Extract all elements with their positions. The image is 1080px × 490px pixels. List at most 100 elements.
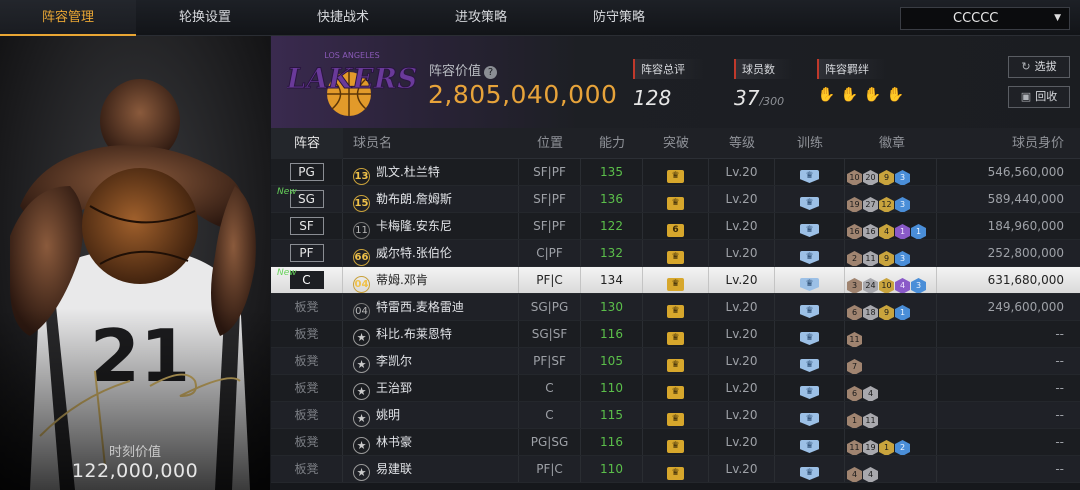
badge-icon[interactable]: 27 [863,197,878,212]
badge-icon[interactable]: 6 [847,305,862,320]
col-value[interactable]: 球员身价 [937,128,1080,159]
training-cell[interactable]: ♛ [775,375,845,401]
player-name[interactable]: 凯文.杜兰特 [376,165,440,179]
col-position[interactable]: 位置 [519,128,581,159]
badge-icon[interactable]: 20 [863,170,878,185]
badge-icon[interactable]: 1 [879,440,894,455]
badge-icon[interactable]: 18 [863,305,878,320]
table-row[interactable]: New C 04 蒂姆.邓肯 PF|C 134 ♛ Lv.20 ♛ 3 24 10 4 3 631,68… [271,267,1080,294]
badge-icon[interactable]: 10 [879,278,894,293]
player-card[interactable]: 21 时刻价值 122,000,000 [0,36,270,490]
breakthrough-cell[interactable]: ♛ [643,375,709,401]
bond-icon-3[interactable]: ✋ [863,86,882,105]
tab-defense[interactable]: 防守策略 [550,0,688,36]
table-row[interactable]: New SG 15 勒布朗.詹姆斯 SF|PF 136 ♛ Lv.20 ♛ 19 27 12 3 58… [271,186,1080,213]
col-ability[interactable]: 能力 [581,128,643,159]
col-name[interactable]: 球员名 [343,128,519,159]
breakthrough-cell[interactable]: ♛ [643,240,709,266]
breakthrough-cell[interactable]: ♛ [643,159,709,185]
training-cell[interactable]: ♛ [775,240,845,266]
table-row[interactable]: 板凳 04 特雷西.麦格雷迪 SG|PG 130 ♛ Lv.20 ♛ 6 18 9 1 249,600… [271,294,1080,321]
breakthrough-cell[interactable]: ♛ [643,267,709,293]
choose-button[interactable]: ↻ 选拔 [1008,56,1070,78]
badge-icon[interactable]: 2 [895,440,910,455]
breakthrough-cell[interactable]: 6 [643,213,709,239]
badge-icon[interactable]: 4 [863,467,878,482]
table-row[interactable]: 板凳 ★ 姚明 C 115 ♛ Lv.20 ♛ 1 11 -- [271,402,1080,429]
training-cell[interactable]: ♛ [775,429,845,455]
help-icon[interactable]: ? [484,66,498,79]
training-cell[interactable]: ♛ [775,348,845,374]
bond-icon-2[interactable]: ✋ [840,86,859,105]
col-badges[interactable]: 徽章 [845,128,937,159]
badge-icon[interactable]: 10 [847,170,862,185]
player-name[interactable]: 易建联 [376,462,412,476]
badge-icon[interactable]: 1 [911,224,926,239]
badge-icon[interactable]: 19 [863,440,878,455]
tab-lineup[interactable]: 阵容管理 [0,0,136,36]
tab-rotation[interactable]: 轮换设置 [136,0,274,36]
badge-icon[interactable]: 24 [863,278,878,293]
player-name[interactable]: 李凯尔 [376,354,412,368]
table-row[interactable]: 板凳 ★ 李凯尔 PF|SF 105 ♛ Lv.20 ♛ 7 -- [271,348,1080,375]
player-name[interactable]: 卡梅隆.安东尼 [376,219,452,233]
breakthrough-cell[interactable]: ♛ [643,429,709,455]
badge-icon[interactable]: 3 [911,278,926,293]
badge-icon[interactable]: 9 [879,170,894,185]
breakthrough-cell[interactable]: ♛ [643,294,709,320]
table-row[interactable]: 板凳 ★ 王治郅 C 110 ♛ Lv.20 ♛ 6 4 -- [271,375,1080,402]
badge-icon[interactable]: 3 [895,170,910,185]
training-cell[interactable]: ♛ [775,402,845,428]
badge-icon[interactable]: 4 [879,224,894,239]
badge-icon[interactable]: 16 [847,224,862,239]
player-name[interactable]: 姚明 [376,408,400,422]
training-cell[interactable]: ♛ [775,456,845,482]
badge-icon[interactable]: 11 [863,251,878,266]
badge-icon[interactable]: 1 [895,305,910,320]
tab-quick-tactics[interactable]: 快捷战术 [274,0,412,36]
bond-icon-4[interactable]: ✋ [886,86,905,105]
badge-icon[interactable]: 9 [879,305,894,320]
badge-icon[interactable]: 1 [895,224,910,239]
col-lineup[interactable]: 阵容 [271,128,343,159]
table-row[interactable]: 板凳 ★ 林书豪 PG|SG 116 ♛ Lv.20 ♛ 11 19 1 2 -- [271,429,1080,456]
training-cell[interactable]: ♛ [775,213,845,239]
breakthrough-cell[interactable]: ♛ [643,348,709,374]
badge-icon[interactable]: 3 [895,197,910,212]
badge-icon[interactable]: 3 [847,278,862,293]
training-cell[interactable]: ♛ [775,186,845,212]
badge-icon[interactable]: 16 [863,224,878,239]
badge-icon[interactable]: 4 [895,278,910,293]
breakthrough-cell[interactable]: ♛ [643,402,709,428]
training-cell[interactable]: ♛ [775,159,845,185]
breakthrough-cell[interactable]: ♛ [643,321,709,347]
badge-icon[interactable]: 7 [847,359,862,374]
col-breakthrough[interactable]: 突破 [643,128,709,159]
badge-icon[interactable]: 4 [863,386,878,401]
training-cell[interactable]: ♛ [775,267,845,293]
training-cell[interactable]: ♛ [775,294,845,320]
badge-icon[interactable]: 1 [847,413,862,428]
recycle-button[interactable]: ▣ 回收 [1008,86,1070,108]
badge-icon[interactable]: 12 [879,197,894,212]
badge-icon[interactable]: 2 [847,251,862,266]
player-name[interactable]: 蒂姆.邓肯 [376,273,428,287]
badge-icon[interactable]: 6 [847,386,862,401]
table-row[interactable]: PG 13 凯文.杜兰特 SF|PF 135 ♛ Lv.20 ♛ 10 20 9 3 546,560,… [271,159,1080,186]
training-cell[interactable]: ♛ [775,321,845,347]
table-row[interactable]: 板凳 ★ 科比.布莱恩特 SG|SF 116 ♛ Lv.20 ♛ 11 -- [271,321,1080,348]
tab-offense[interactable]: 进攻策略 [412,0,550,36]
player-name[interactable]: 王治郅 [376,381,412,395]
player-name[interactable]: 特雷西.麦格雷迪 [376,300,464,314]
player-name[interactable]: 勒布朗.詹姆斯 [376,192,452,206]
breakthrough-cell[interactable]: ♛ [643,456,709,482]
badge-icon[interactable]: 19 [847,197,862,212]
breakthrough-cell[interactable]: ♛ [643,186,709,212]
badge-icon[interactable]: 11 [863,413,878,428]
col-training[interactable]: 训练 [775,128,845,159]
badge-icon[interactable]: 9 [879,251,894,266]
badge-icon[interactable]: 11 [847,440,862,455]
team-select[interactable]: CCCCC ▼ [900,7,1070,30]
badge-icon[interactable]: 4 [847,467,862,482]
player-name[interactable]: 林书豪 [376,435,412,449]
